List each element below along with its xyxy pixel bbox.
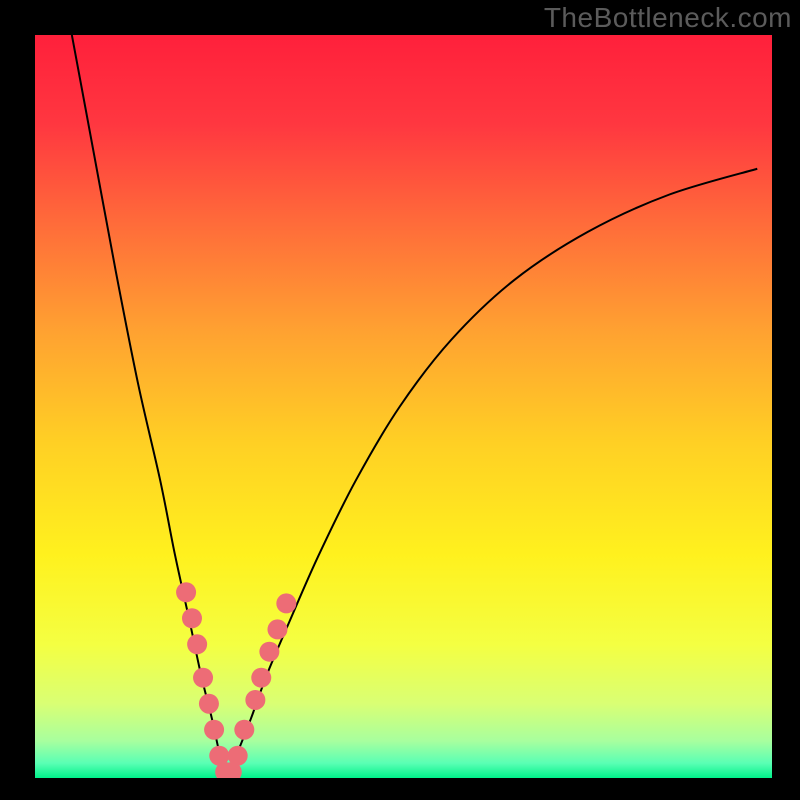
marker-dot — [204, 720, 224, 740]
marker-dot — [228, 746, 248, 766]
chart-frame: TheBottleneck.com — [0, 0, 800, 800]
marker-dot — [193, 668, 213, 688]
marker-dot — [267, 619, 287, 639]
marker-dot — [251, 668, 271, 688]
marker-dot — [276, 593, 296, 613]
marker-dot — [234, 720, 254, 740]
marker-dot — [182, 608, 202, 628]
gradient-background — [35, 35, 772, 778]
marker-dot — [259, 642, 279, 662]
chart-svg — [35, 35, 772, 778]
marker-dot — [187, 634, 207, 654]
marker-dot — [245, 690, 265, 710]
watermark-text: TheBottleneck.com — [544, 2, 792, 34]
marker-dot — [176, 582, 196, 602]
marker-dot — [199, 694, 219, 714]
plot-area — [35, 35, 772, 778]
